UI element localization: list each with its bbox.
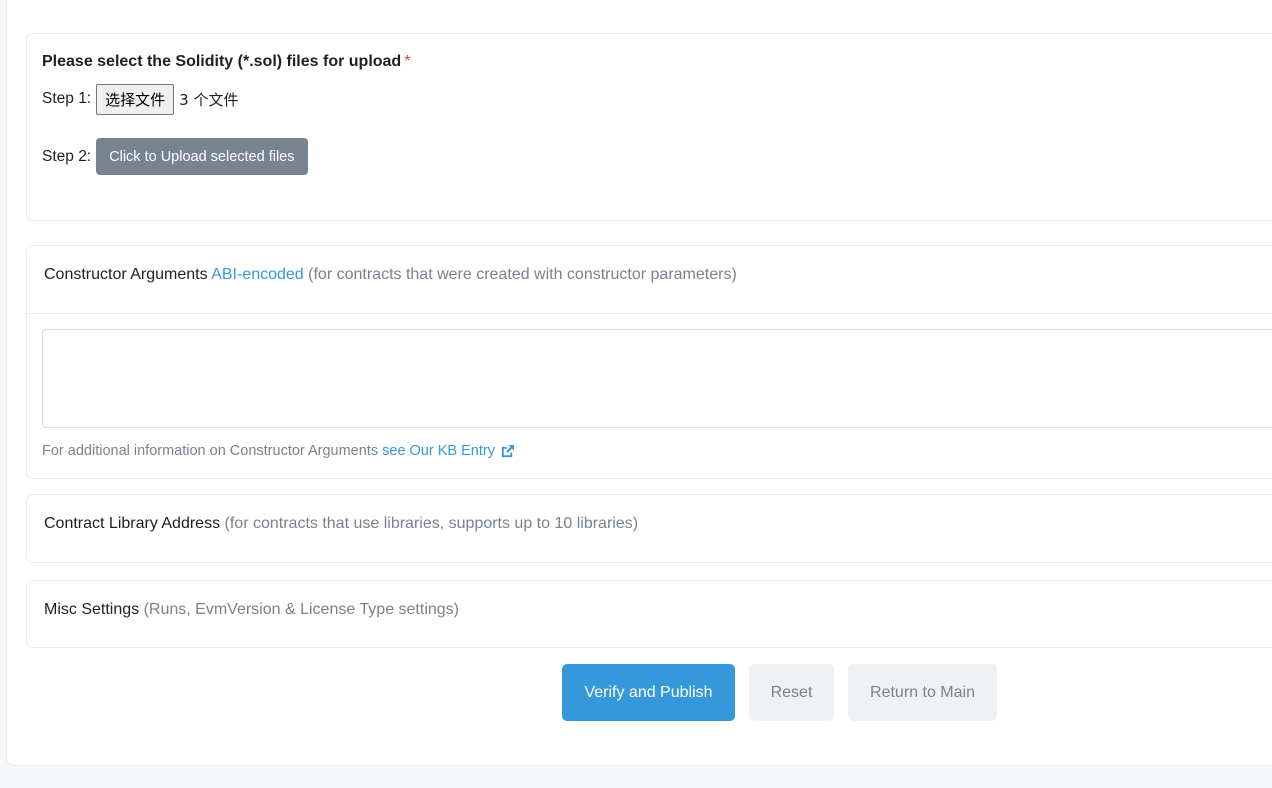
- upload-title-text: Please select the Solidity (*.sol) files…: [42, 53, 402, 70]
- file-status: 3 个文件: [179, 90, 239, 109]
- required-mark: *: [404, 53, 411, 70]
- upload-files-button[interactable]: Click to Upload selected files: [96, 138, 308, 175]
- library-address-card[interactable]: Contract Library Address (for contracts …: [26, 494, 1272, 563]
- step2-label: Step 2:: [42, 147, 92, 165]
- library-address-hint: (for contracts that use libraries, suppo…: [224, 515, 639, 532]
- step1-label: Step 1:: [42, 90, 92, 107]
- misc-settings-hint: (Runs, EvmVersion & License Type setting…: [143, 601, 459, 618]
- kb-entry-link[interactable]: see Our KB Entry: [382, 443, 495, 459]
- constructor-args-note: For additional information on Constructo…: [42, 443, 515, 459]
- verify-publish-button[interactable]: Verify and Publish: [562, 664, 735, 721]
- return-main-button[interactable]: Return to Main: [848, 664, 997, 721]
- constructor-args-title: Constructor Arguments: [44, 266, 208, 283]
- constructor-args-note-text: For additional information on Constructo…: [42, 443, 379, 459]
- constructor-args-hint: (for contracts that were created with co…: [308, 266, 737, 283]
- upload-card: Please select the Solidity (*.sol) files…: [26, 33, 1272, 221]
- misc-settings-title: Misc Settings: [44, 601, 140, 618]
- choose-file-button[interactable]: 选择文件: [96, 83, 175, 115]
- step1-row: Step 1: 选择文件 3 个文件: [42, 83, 238, 115]
- library-address-title: Contract Library Address: [44, 515, 221, 532]
- step2-row: Step 2: Click to Upload selected files: [42, 138, 308, 175]
- upload-title: Please select the Solidity (*.sol) files…: [42, 53, 410, 71]
- library-address-header[interactable]: Contract Library Address (for contracts …: [44, 515, 638, 533]
- misc-settings-header[interactable]: Misc Settings (Runs, EvmVersion & Licens…: [44, 601, 459, 619]
- misc-settings-card[interactable]: Misc Settings (Runs, EvmVersion & Licens…: [26, 580, 1272, 648]
- constructor-args-header[interactable]: Constructor Arguments ABI-encoded (for c…: [44, 266, 737, 284]
- external-link-icon[interactable]: [500, 444, 515, 459]
- reset-button[interactable]: Reset: [749, 664, 834, 721]
- constructor-args-textarea[interactable]: [42, 329, 1272, 428]
- constructor-args-card: Constructor Arguments ABI-encoded (for c…: [26, 245, 1272, 479]
- abi-encoded-link[interactable]: ABI-encoded: [211, 266, 304, 283]
- divider: [27, 313, 1272, 314]
